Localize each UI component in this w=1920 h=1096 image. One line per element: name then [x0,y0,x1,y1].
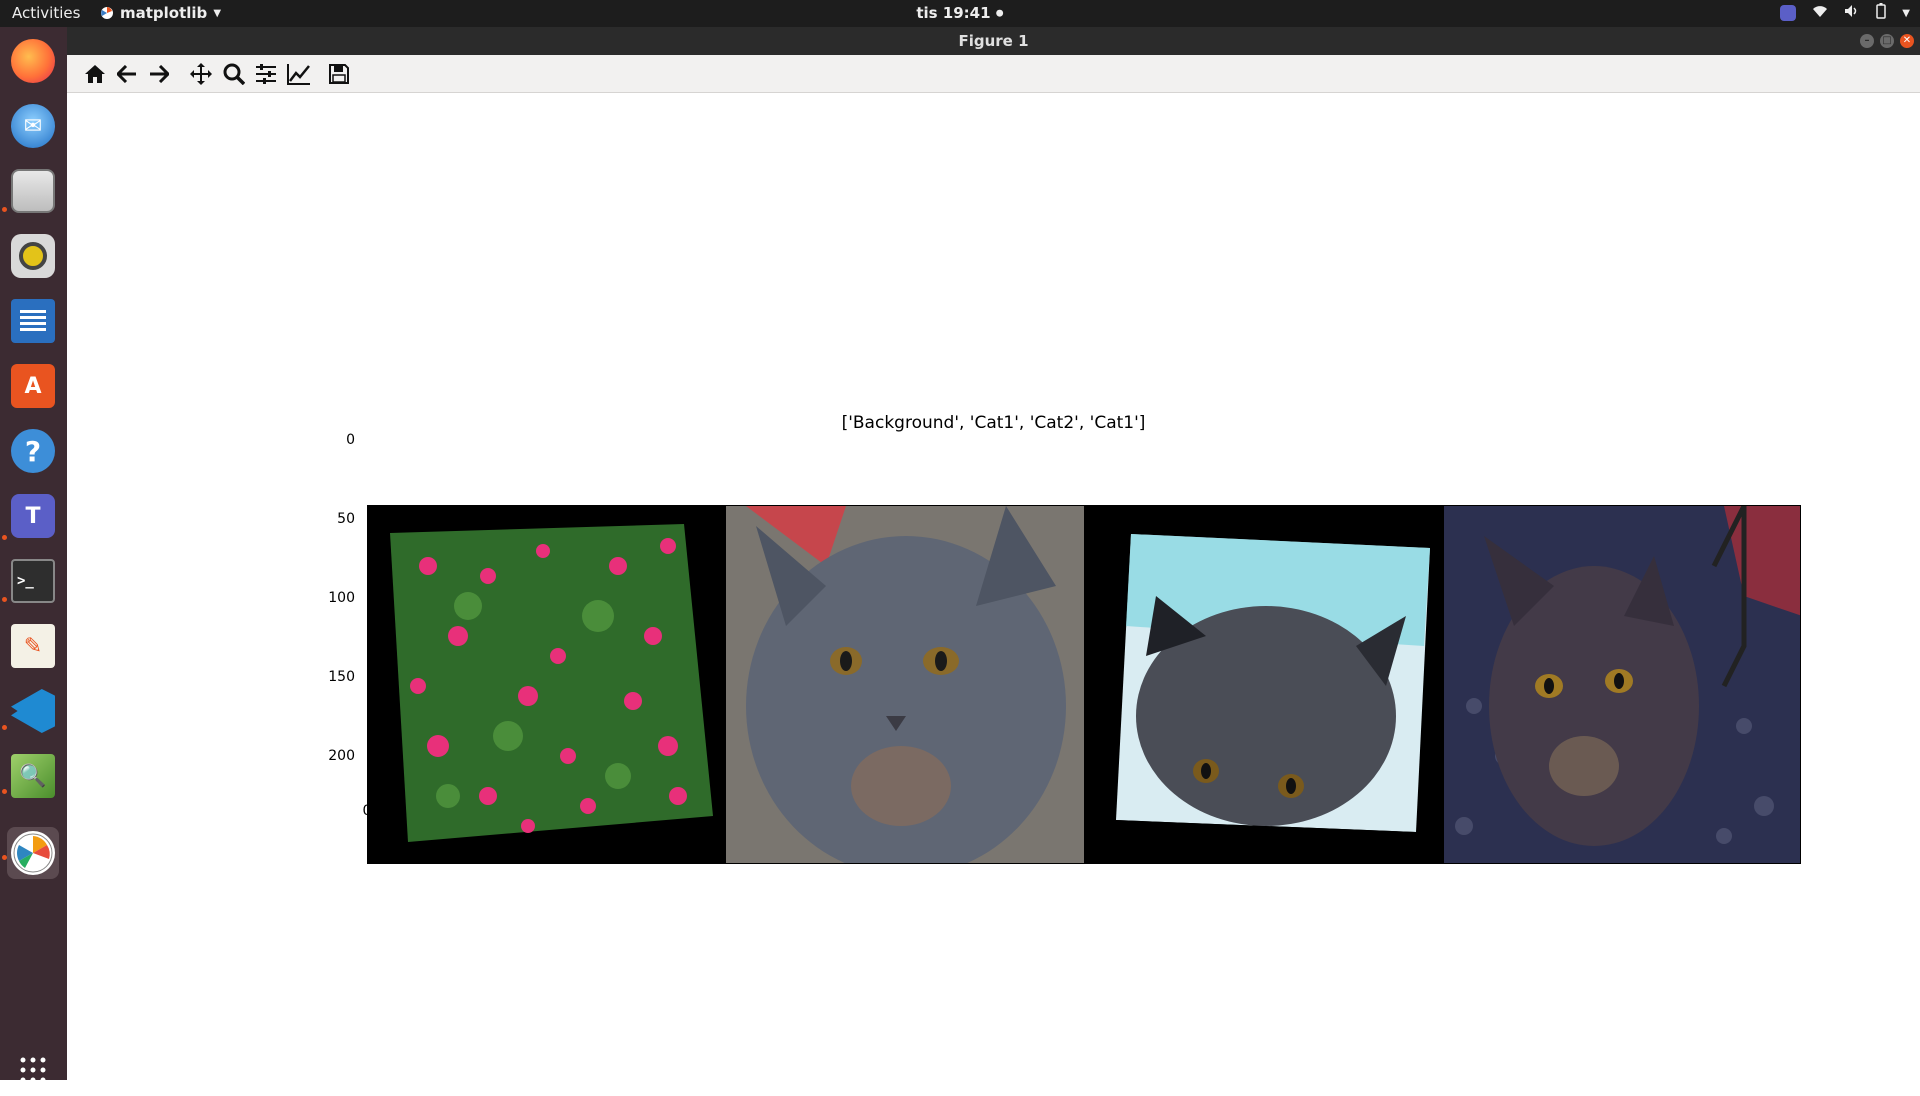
battery-icon [1876,3,1887,23]
y-tick-label: 100 [328,590,355,606]
matplotlib-icon [11,831,55,875]
dock-teams[interactable]: T [7,490,59,542]
app-name: matplotlib [120,4,208,22]
image-axes[interactable] [367,505,1801,864]
dock-rhythmbox[interactable] [7,230,59,282]
save-icon[interactable] [325,60,353,88]
image-panel-roses [368,506,724,863]
zoom-icon[interactable] [220,60,248,88]
image-panel-cat2 [1086,506,1442,863]
show-apps-icon [11,1048,55,1092]
home-icon[interactable] [81,60,109,88]
matplotlib-small-icon [101,7,113,19]
back-icon[interactable] [113,60,141,88]
window-controls: – □ ✕ [1860,34,1914,48]
chevron-down-icon: ▼ [213,7,222,19]
y-tick-label: 200 [328,748,355,764]
dock-terminal[interactable]: >_ [7,555,59,607]
files-icon [11,169,55,213]
y-tick-label: 150 [328,669,355,685]
figure-canvas[interactable]: ['Background', 'Cat1', 'Cat2', 'Cat1'] 0… [67,93,1920,1080]
dock-show-apps[interactable] [7,1044,59,1096]
rhythmbox-icon [11,234,55,278]
pan-icon[interactable] [187,60,215,88]
axes-title: ['Background', 'Cat1', 'Cat2', 'Cat1'] [841,413,1146,433]
dock-image-viewer[interactable]: 🔍 [7,750,59,802]
wifi-icon [1812,4,1828,22]
dock-matplotlib[interactable] [7,827,59,879]
teams-icon: T [11,494,55,538]
app-menu[interactable]: matplotlib ▼ [100,4,221,22]
dock-help[interactable]: ? [7,425,59,477]
dock-thunderbird[interactable]: ✉ [7,100,59,152]
edit-axis-icon[interactable] [285,60,313,88]
terminal-icon: >_ [11,559,55,603]
y-tick-label: 50 [337,511,355,527]
volume-icon [1844,4,1860,22]
activities-button[interactable]: Activities [12,4,80,22]
libreoffice-writer-icon [11,299,55,343]
dock-vscode[interactable] [7,685,59,737]
clock-text: tis 19:41 [916,4,991,22]
dock: ✉ A ? T >_ ✎ 🔍 [0,27,67,1083]
dock-text-editor[interactable]: ✎ [7,620,59,672]
figure-window: Figure 1 – □ ✕ ['Background', 'Cat1', 'C… [67,27,1920,1080]
forward-icon[interactable] [145,60,173,88]
image-panel-cat3 [1444,506,1800,863]
configure-subplots-icon[interactable] [252,60,280,88]
dock-files[interactable] [7,165,59,217]
top-bar: Activities matplotlib ▼ tis 19:41 ● ▼ [0,0,1920,27]
system-tray[interactable]: ▼ [1780,3,1910,23]
y-tick-label: 0 [346,432,355,448]
image-panel-cat1 [726,506,1084,863]
firefox-icon [11,39,55,83]
dock-firefox[interactable] [7,35,59,87]
software-center-icon: A [11,364,55,408]
system-menu-chevron-icon[interactable]: ▼ [1902,8,1910,19]
text-editor-icon: ✎ [11,624,55,668]
dock-software[interactable]: A [7,360,59,412]
help-icon: ? [11,429,55,473]
notification-dot-icon: ● [995,8,1004,19]
window-titlebar[interactable]: Figure 1 – □ ✕ [67,27,1920,55]
dock-writer[interactable] [7,295,59,347]
image-viewer-icon: 🔍 [11,754,55,798]
clock[interactable]: tis 19:41 ● [0,4,1920,22]
navigation-toolbar [67,55,1920,93]
teams-tray-icon[interactable] [1780,5,1797,21]
minimize-icon[interactable]: – [1860,34,1874,48]
maximize-icon[interactable]: □ [1880,34,1894,48]
close-icon[interactable]: ✕ [1900,34,1914,48]
vscode-icon [11,689,55,733]
thunderbird-icon: ✉ [11,104,55,148]
window-title: Figure 1 [958,32,1029,50]
